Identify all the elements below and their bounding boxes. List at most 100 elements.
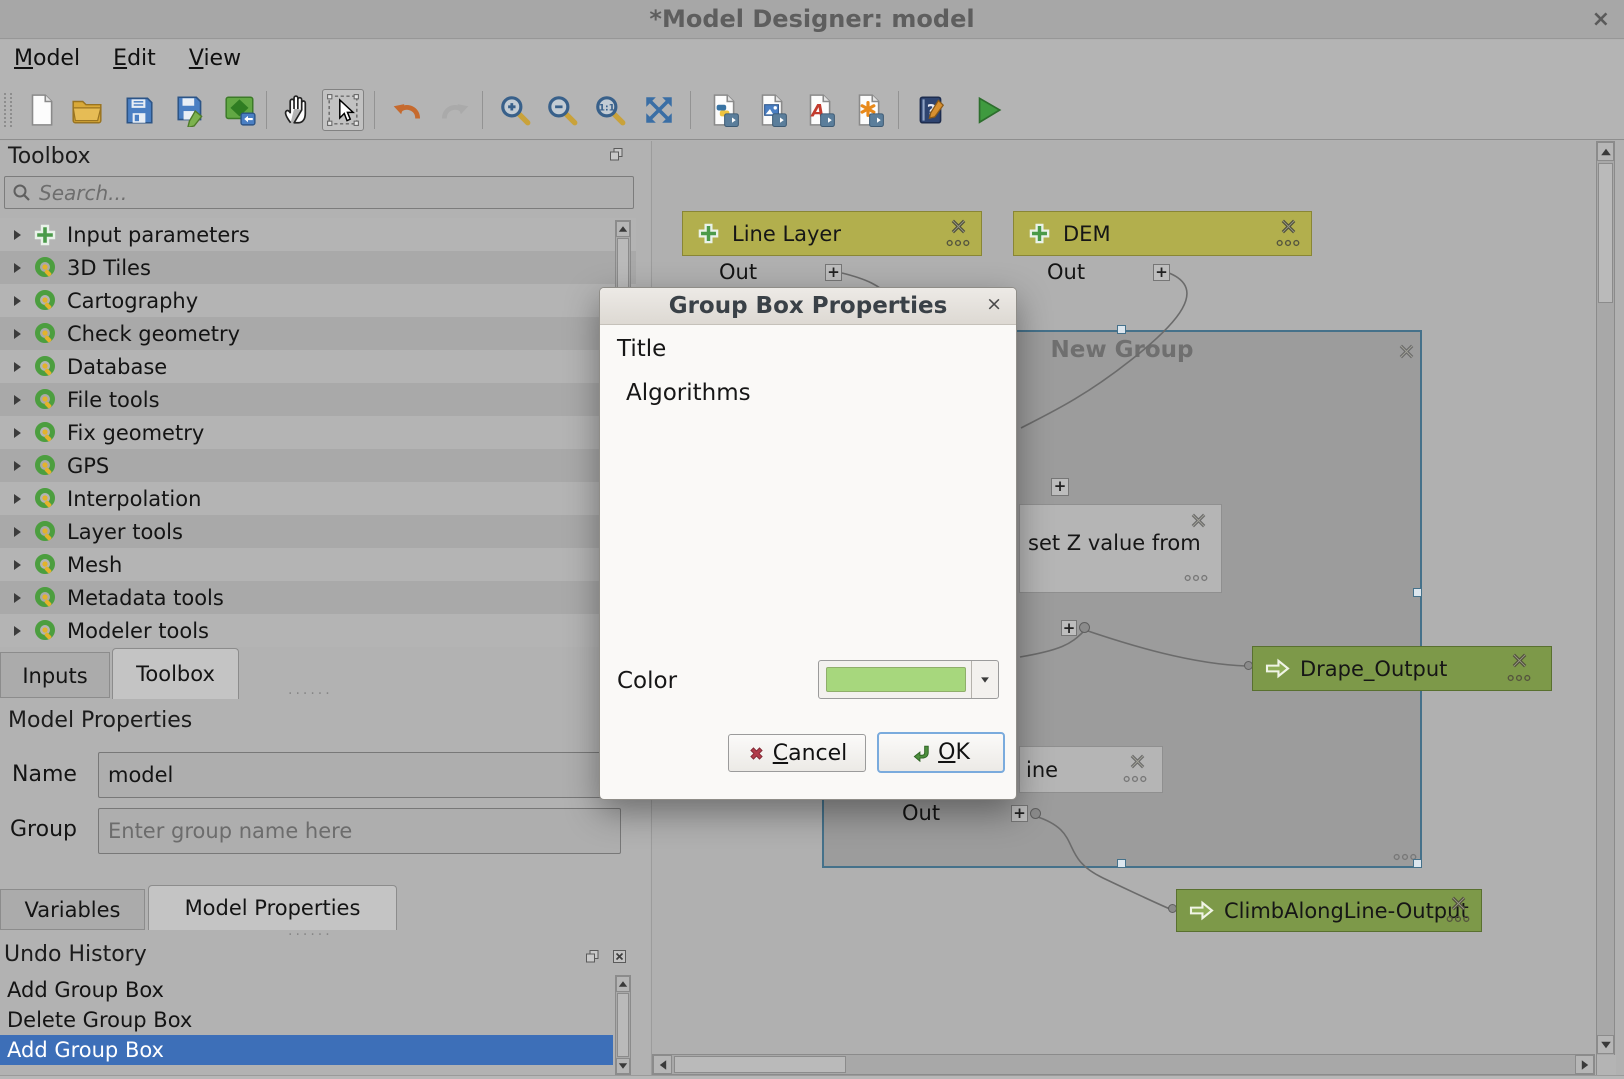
scroll-up-button[interactable]	[616, 976, 630, 992]
undo-history-scrollbar[interactable]	[615, 975, 631, 1075]
node-remove-icon[interactable]	[1189, 511, 1208, 535]
splitter-handle[interactable]: ······	[288, 686, 333, 702]
expand-socket-button[interactable]: +	[1153, 264, 1170, 281]
selection-handle[interactable]	[1117, 325, 1126, 334]
selection-handle[interactable]	[1413, 859, 1422, 868]
toolbox-item-fix-geometry[interactable]: Fix geometry	[0, 416, 636, 449]
cancel-button[interactable]: Cancel	[728, 734, 866, 772]
toolbox-item-layer-tools[interactable]: Layer tools	[0, 515, 636, 548]
redo-button[interactable]	[434, 89, 476, 131]
toolbox-item-input-parameters[interactable]: Input parameters	[0, 218, 636, 251]
canvas-h-scrollbar[interactable]	[652, 1054, 1595, 1075]
scroll-left-button[interactable]	[653, 1055, 672, 1074]
menu-view[interactable]: View	[175, 40, 255, 77]
expander-icon[interactable]	[14, 428, 21, 438]
expander-icon[interactable]	[14, 296, 21, 306]
export-as-image-button[interactable]	[750, 89, 792, 131]
expand-socket-button[interactable]: +	[825, 264, 842, 281]
expander-icon[interactable]	[14, 626, 21, 636]
zoom-full-button[interactable]	[638, 89, 680, 131]
node-line-layer[interactable]: Line Layer	[682, 211, 982, 256]
color-dropdown[interactable]	[818, 660, 999, 699]
menu-model[interactable]: Model	[0, 40, 94, 77]
toolbox-item-cartography[interactable]: Cartography	[0, 284, 636, 317]
expander-icon[interactable]	[14, 362, 21, 372]
toolbox-item-3d-tiles[interactable]: 3D Tiles	[0, 251, 636, 284]
selection-handle[interactable]	[1413, 588, 1422, 597]
undo-item-selected[interactable]: Add Group Box	[0, 1035, 613, 1065]
undo-item[interactable]: Delete Group Box	[0, 1005, 613, 1035]
selection-handle[interactable]	[1117, 859, 1126, 868]
scrollbar-thumb[interactable]	[617, 993, 629, 1057]
scroll-up-button[interactable]	[1597, 142, 1614, 161]
menu-edit[interactable]: Edit	[99, 40, 170, 77]
expand-socket-button[interactable]: +	[1011, 805, 1028, 822]
zoom-in-button[interactable]	[494, 89, 536, 131]
toolbox-item-metadata-tools[interactable]: Metadata tools	[0, 581, 636, 614]
scroll-down-button[interactable]	[1597, 1035, 1614, 1054]
expander-icon[interactable]	[14, 593, 21, 603]
expander-icon[interactable]	[14, 329, 21, 339]
toolbox-item-check-geometry[interactable]: Check geometry	[0, 317, 636, 350]
open-model-button[interactable]	[66, 89, 108, 131]
save-model-as-button[interactable]	[170, 89, 212, 131]
toolbox-item-modeler-tools[interactable]: Modeler tools	[0, 614, 636, 647]
scrollbar-thumb[interactable]	[1598, 163, 1613, 303]
search-input[interactable]	[4, 176, 634, 209]
undo-button[interactable]	[386, 89, 428, 131]
toolbox-item-interpolation[interactable]: Interpolation	[0, 482, 636, 515]
undo-item[interactable]: Add Group Box	[0, 975, 613, 1005]
dialog-close-icon[interactable]: ×	[986, 293, 1002, 315]
expander-icon[interactable]	[14, 230, 21, 240]
undo-history-close-icon[interactable]	[612, 949, 627, 968]
node-set-z-value[interactable]: set Z value from	[1019, 504, 1222, 593]
group-title-textedit[interactable]: Algorithms	[614, 372, 1004, 662]
save-model-in-project-button[interactable]	[219, 89, 261, 131]
dialog-titlebar[interactable]: Group Box Properties	[600, 288, 1016, 325]
expander-icon[interactable]	[14, 494, 21, 504]
export-as-python-button[interactable]	[702, 89, 744, 131]
expander-icon[interactable]	[14, 263, 21, 273]
toolbox-item-database[interactable]: Database	[0, 350, 636, 383]
splitter-handle[interactable]: ······	[288, 927, 333, 943]
expand-socket-button[interactable]: +	[1051, 478, 1069, 496]
color-dropdown-arrow-zone[interactable]	[971, 661, 998, 698]
toolbox-float-icon[interactable]	[609, 147, 624, 166]
scroll-down-button[interactable]	[616, 1058, 630, 1074]
tab-toolbox[interactable]: Toolbox	[112, 648, 239, 699]
undo-history-float-icon[interactable]	[585, 949, 600, 968]
scroll-up-button[interactable]	[616, 221, 630, 237]
node-climbalongline[interactable]: ine	[1019, 746, 1163, 793]
tab-model-properties[interactable]: Model Properties	[148, 885, 397, 930]
node-dem[interactable]: DEM	[1013, 211, 1312, 256]
export-as-pdf-button[interactable]: A	[798, 89, 840, 131]
expander-icon[interactable]	[14, 527, 21, 537]
canvas-v-scrollbar[interactable]	[1596, 141, 1615, 1075]
node-drape-output[interactable]: Drape_Output	[1252, 646, 1552, 691]
scrollbar-thumb[interactable]	[674, 1056, 846, 1073]
export-as-svg-button[interactable]	[847, 89, 889, 131]
zoom-out-button[interactable]	[541, 89, 583, 131]
tab-variables[interactable]: Variables	[0, 889, 145, 930]
run-model-button[interactable]	[966, 89, 1008, 131]
name-field[interactable]	[98, 752, 635, 798]
window-close-icon[interactable]: ×	[1592, 7, 1610, 32]
help-button[interactable]: ?	[910, 89, 952, 131]
select-tool-button[interactable]	[322, 89, 364, 131]
expander-icon[interactable]	[14, 461, 21, 471]
group-field[interactable]	[98, 808, 621, 854]
toolbox-item-file-tools[interactable]: File tools	[0, 383, 636, 416]
node-climbalongline-output[interactable]: ClimbAlongLine-Output	[1176, 889, 1482, 932]
expand-socket-button[interactable]: +	[1061, 620, 1077, 636]
ok-button[interactable]: OK	[877, 732, 1005, 773]
save-model-button[interactable]	[118, 89, 160, 131]
expander-icon[interactable]	[14, 395, 21, 405]
toolbox-item-gps[interactable]: GPS	[0, 449, 636, 482]
pan-tool-button[interactable]	[276, 89, 318, 131]
tab-inputs[interactable]: Inputs	[0, 652, 110, 698]
toolbar-grip[interactable]	[4, 93, 12, 127]
new-model-button[interactable]	[20, 89, 62, 131]
toolbox-item-mesh[interactable]: Mesh	[0, 548, 636, 581]
zoom-actual-button[interactable]: 1:1	[589, 89, 631, 131]
scroll-right-button[interactable]	[1575, 1055, 1594, 1074]
